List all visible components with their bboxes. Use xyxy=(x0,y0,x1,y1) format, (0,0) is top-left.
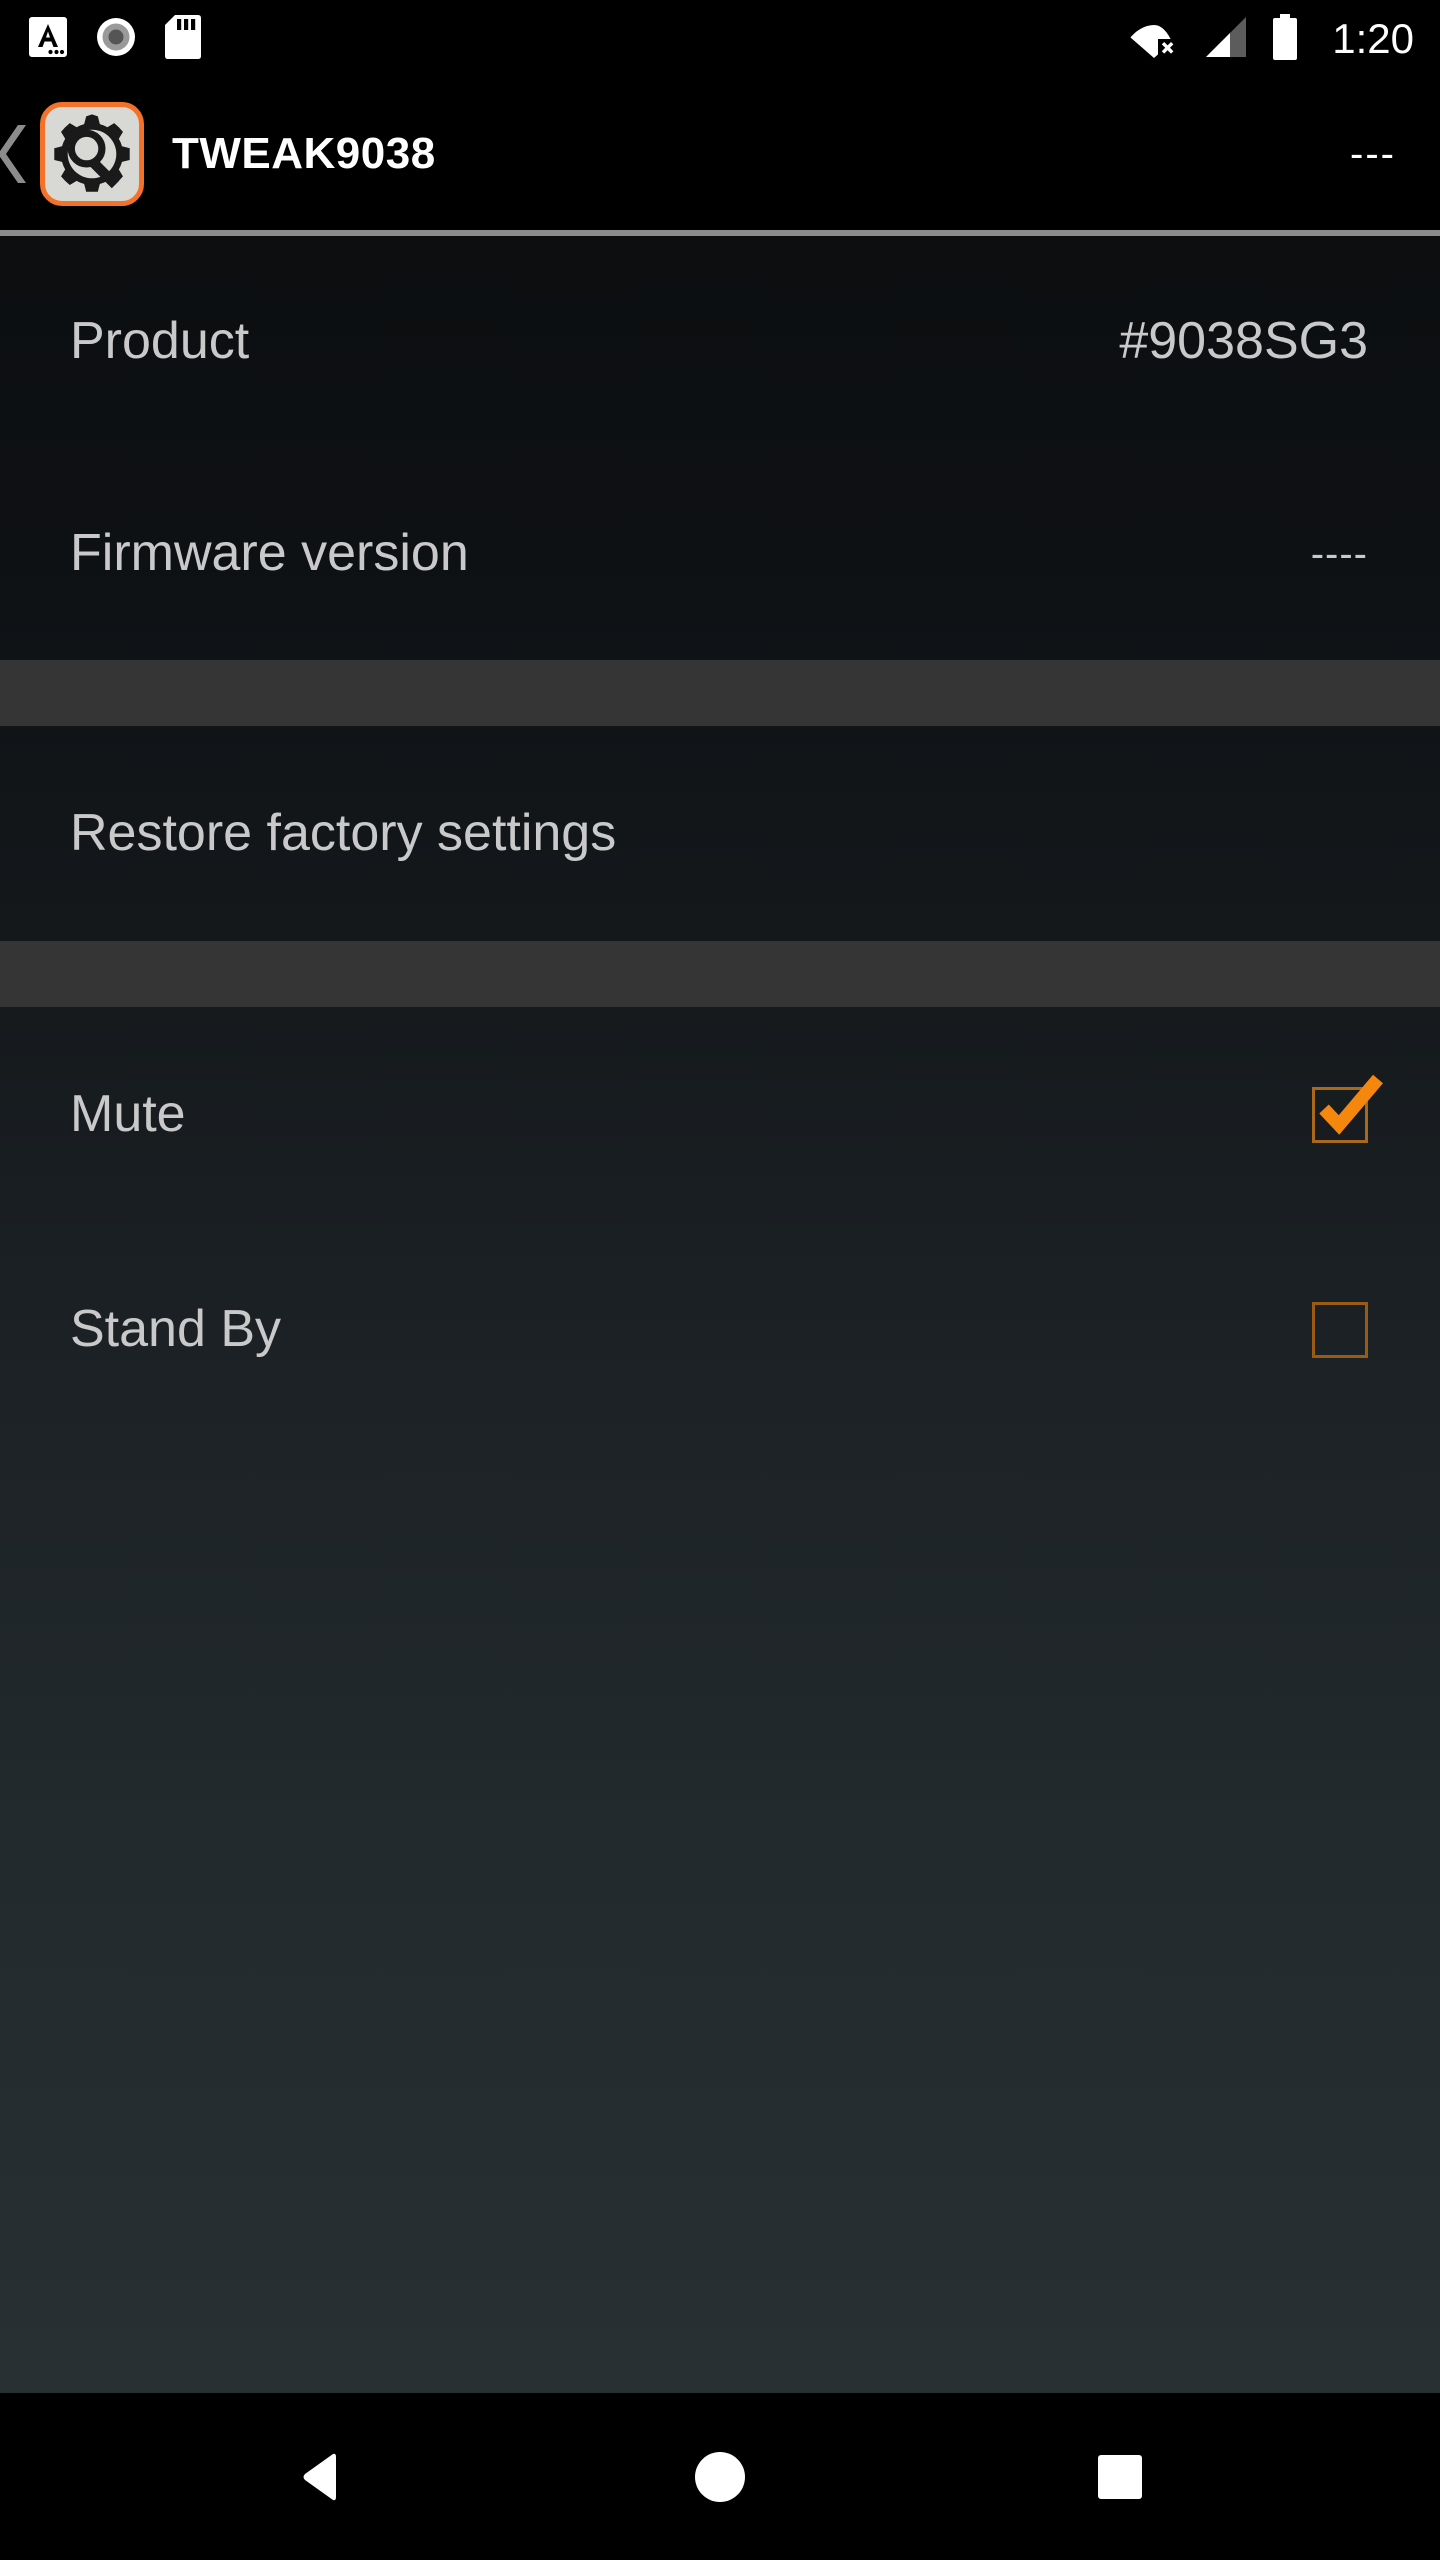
app-bar: TWEAK9038 --- xyxy=(0,78,1440,230)
section-separator xyxy=(0,660,1440,726)
gear-wrench-icon xyxy=(54,114,130,192)
preference-row-product[interactable]: Product #9038SG3 xyxy=(0,236,1440,448)
app-icon xyxy=(40,102,144,206)
system-navigation-bar xyxy=(0,2393,1440,2560)
status-bar-notifications xyxy=(28,14,202,65)
status-bar: 1:20 xyxy=(0,0,1440,78)
back-up-button[interactable] xyxy=(0,119,38,189)
preference-value: ---- xyxy=(1310,532,1368,576)
sd-card-icon xyxy=(164,14,202,65)
preference-row-stand-by[interactable]: Stand By xyxy=(0,1222,1440,1437)
preference-row-firmware-version[interactable]: Firmware version ---- xyxy=(0,448,1440,660)
preference-title: Product xyxy=(70,312,250,371)
stand-by-checkbox[interactable] xyxy=(1312,1301,1368,1358)
mute-checkbox[interactable] xyxy=(1312,1074,1383,1143)
preference-title: Stand By xyxy=(70,1299,282,1358)
home-circle-icon xyxy=(695,2451,745,2502)
nav-home-button[interactable] xyxy=(630,2393,810,2560)
preference-title: Firmware version xyxy=(70,524,469,583)
preference-title: Restore factory settings xyxy=(70,803,617,862)
phone-screen: 1:20 TWEAK9038 --- Product #9038SG3 Firm… xyxy=(0,0,1440,2560)
recents-square-icon xyxy=(1098,2454,1142,2499)
text-a-icon xyxy=(28,15,68,64)
checkbox-box xyxy=(1312,1086,1368,1143)
wifi-off-icon xyxy=(1128,15,1182,64)
preference-row-mute[interactable]: Mute xyxy=(0,1007,1440,1222)
settings-list: Product #9038SG3 Firmware version ---- R… xyxy=(0,236,1440,2393)
record-circle-icon xyxy=(94,15,138,64)
app-title: TWEAK9038 xyxy=(172,129,436,178)
preference-value: #9038SG3 xyxy=(1119,312,1368,371)
preference-row-restore-factory-settings[interactable]: Restore factory settings xyxy=(0,726,1440,941)
battery-full-icon xyxy=(1270,13,1300,66)
status-bar-system-icons: 1:20 xyxy=(1128,13,1414,66)
cellular-signal-icon xyxy=(1202,15,1250,64)
status-bar-clock: 1:20 xyxy=(1332,15,1414,62)
checkbox-box xyxy=(1312,1301,1368,1358)
nav-recents-button[interactable] xyxy=(1030,2393,1210,2560)
overflow-dashes-button[interactable]: --- xyxy=(1340,116,1406,192)
preference-title: Mute xyxy=(70,1084,186,1143)
section-separator xyxy=(0,941,1440,1007)
nav-back-button[interactable] xyxy=(230,2393,410,2560)
back-triangle-icon xyxy=(303,2453,336,2500)
